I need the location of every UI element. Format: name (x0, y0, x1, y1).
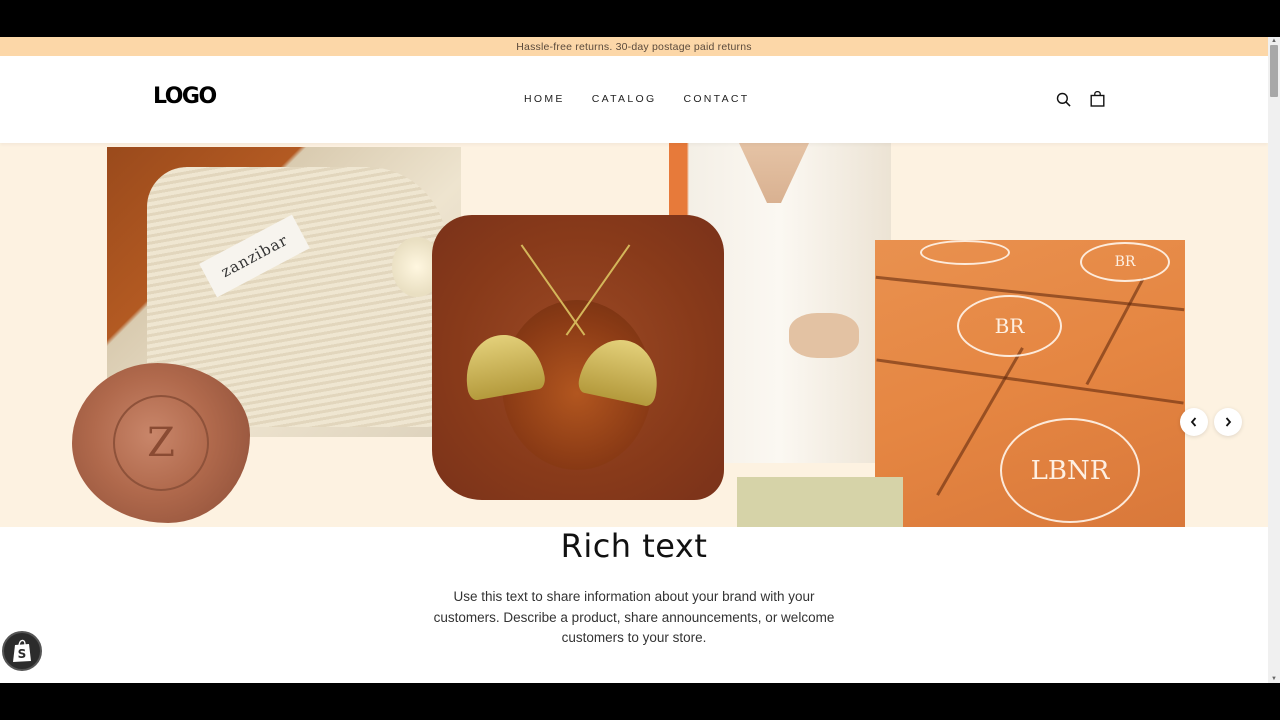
box-monogram: BR (1080, 242, 1170, 282)
chevron-right-icon (1225, 417, 1232, 427)
box-monogram: BR (957, 295, 1062, 357)
logo[interactable]: LOGO (153, 84, 217, 109)
hero-collage: zanzibar BR BR LBNR Z (0, 143, 1268, 527)
rich-text-body: Use this text to share information about… (433, 589, 835, 645)
header-icons (1054, 90, 1106, 108)
sage-swatch-photo (737, 477, 903, 527)
wax-seal-photo: Z (72, 363, 250, 523)
box-monogram-main: LBNR (1000, 418, 1140, 523)
shopify-letter: S (18, 647, 27, 661)
search-button[interactable] (1054, 90, 1072, 108)
nav-contact[interactable]: CONTACT (683, 93, 749, 105)
box-monogram (920, 240, 1010, 265)
neckline (739, 143, 809, 203)
scroll-down-arrow-icon[interactable]: ▼ (1268, 675, 1280, 683)
box-seam (876, 358, 1184, 405)
rich-text-heading: Rich text (560, 527, 708, 565)
site-header: LOGO HOME CATALOG CONTACT (0, 56, 1268, 143)
nav-catalog[interactable]: CATALOG (592, 93, 657, 105)
ginkgo-earrings-photo (432, 215, 724, 500)
scroll-up-arrow-icon[interactable]: ▲ (1268, 37, 1280, 45)
box-seam (1085, 277, 1145, 386)
video-letterbox-bottom (0, 683, 1280, 720)
search-icon (1056, 92, 1071, 107)
orange-boxes-photo: BR BR LBNR (875, 240, 1185, 527)
page-scrollbar[interactable]: ▲ ▼ (1268, 37, 1280, 683)
shopping-bag-icon (1090, 91, 1105, 107)
announcement-bar: Hassle-free returns. 30-day postage paid… (0, 37, 1268, 56)
main-nav: HOME CATALOG CONTACT (524, 93, 750, 105)
hand (789, 313, 859, 358)
chevron-left-icon (1190, 417, 1197, 427)
video-letterbox-top (0, 0, 1280, 37)
shopify-bag-icon: S (13, 639, 31, 662)
announcement-text: Hassle-free returns. 30-day postage paid… (516, 40, 752, 53)
shopify-badge[interactable]: S (2, 631, 42, 671)
scroll-thumb[interactable] (1270, 45, 1278, 97)
nav-home[interactable]: HOME (524, 93, 565, 105)
rich-text-section: Rich text Use this text to share informa… (0, 527, 1268, 649)
slider-next-button[interactable] (1214, 408, 1242, 436)
seal-emblem: Z (113, 395, 209, 491)
slider-prev-button[interactable] (1180, 408, 1208, 436)
browser-viewport: Hassle-free returns. 30-day postage paid… (0, 37, 1268, 683)
cart-button[interactable] (1088, 90, 1106, 108)
